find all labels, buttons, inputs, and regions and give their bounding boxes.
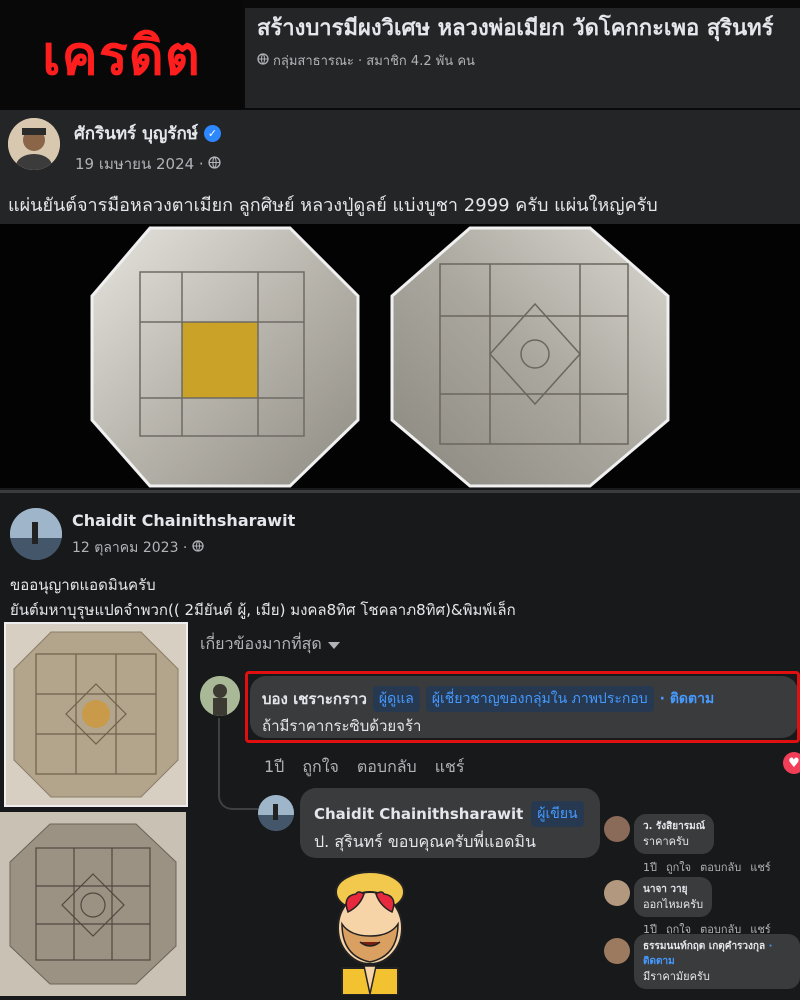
comment-time[interactable]: 1ปี xyxy=(643,858,657,876)
post-text-line: ยันต์มหาบุรุษแปดจำพวก(( 2มียันต์ ผู้, เม… xyxy=(10,601,516,619)
post-photo[interactable] xyxy=(4,622,188,807)
sticker-image xyxy=(320,870,420,996)
comment-author-name[interactable]: นาจา วายุ xyxy=(643,882,703,897)
comment-sort-dropdown[interactable]: เกี่ยวข้องมากที่สุด xyxy=(200,632,340,657)
comment-header: ธรรมนนท์กฤต เกตุคำรวงกุล · ติดตาม xyxy=(643,939,791,969)
share-button[interactable]: แชร์ xyxy=(435,755,465,780)
globe-icon xyxy=(208,155,222,173)
comment-text: ออกไหมครับ xyxy=(643,898,704,911)
chevron-down-icon xyxy=(327,635,340,654)
comment-text: ราคาครับ xyxy=(643,835,689,848)
reply-author-name[interactable]: Chaidit Chainithsharawit xyxy=(314,805,523,823)
share-button[interactable]: แชร์ xyxy=(750,858,770,876)
group-header: สร้างบารมีผงวิเศษ หลวงพ่อเมียก วัดโคกกะเ… xyxy=(245,8,800,108)
follow-link[interactable]: · ติดตาม xyxy=(660,688,715,710)
post-date-text[interactable]: 19 เมษายน 2024 · xyxy=(75,155,204,173)
verified-badge-icon: ✓ xyxy=(204,125,221,142)
like-button[interactable]: ถูกใจ xyxy=(302,755,339,780)
post-date-text[interactable]: 12 ตุลาคม 2023 · xyxy=(72,540,187,556)
post-text: แผ่นยันต์จารมือหลวงตาเมียก ลูกศิษย์ หลวง… xyxy=(8,195,658,216)
heart-reaction-icon[interactable]: ♥ xyxy=(783,752,800,774)
post-photo[interactable] xyxy=(0,224,800,488)
post-photo[interactable] xyxy=(0,812,186,996)
comment-header: บอง เชราะกราว ผู้ดูแล ผู้เชี่ยวชาญของกลุ… xyxy=(262,686,714,712)
post-date[interactable]: 19 เมษายน 2024 · xyxy=(75,152,222,176)
admin-badge[interactable]: ผู้ดูแล xyxy=(372,686,420,712)
comment-bubble: ธรรมนนท์กฤต เกตุคำรวงกุล · ติดตาม มีราคา… xyxy=(634,934,800,989)
avatar[interactable] xyxy=(604,938,630,964)
avatar[interactable] xyxy=(10,508,62,560)
avatar[interactable] xyxy=(200,676,240,716)
reply-button[interactable]: ตอบกลับ xyxy=(357,755,417,780)
globe-icon xyxy=(192,540,204,556)
credit-label: เครดิต xyxy=(42,24,201,87)
globe-icon xyxy=(257,52,269,69)
post-author[interactable]: ศักรินทร์ บุญรักษ์ ✓ xyxy=(74,120,221,147)
expert-badge[interactable]: ผู้เชี่ยวชาญของกลุ่มใน ภาพประกอบ xyxy=(425,686,654,712)
reply-header: Chaidit Chainithsharawit ผู้เขียน xyxy=(314,801,584,827)
comment-bubble: ว. รังสิยารมณ์ ราคาครับ xyxy=(634,814,714,854)
reply-text: ป. สุรินทร์ ขอบคุณครับพี่แอดมิน xyxy=(314,832,536,851)
author-badge[interactable]: ผู้เขียน xyxy=(531,801,584,827)
comment-actions: 1ปี ถูกใจ ตอบกลับ แชร์ xyxy=(643,858,771,876)
avatar[interactable] xyxy=(8,118,60,170)
post-text-line: ขออนุญาตแอดมินครับ xyxy=(10,576,156,594)
comment-bubble: นาจา วายุ ออกไหมครับ xyxy=(634,877,713,917)
comment-sort-label[interactable]: เกี่ยวข้องมากที่สุด xyxy=(200,632,322,657)
post-author-name[interactable]: ศักรินทร์ บุญรักษ์ xyxy=(74,120,198,147)
credit-label-box: เครดิต xyxy=(0,0,243,110)
avatar[interactable] xyxy=(604,816,630,842)
comment-author-name[interactable]: ธรรมนนท์กฤต เกตุคำรวงกุล xyxy=(643,941,765,952)
group-meta: กลุ่มสาธารณะ · สมาชิก 4.2 พัน คน xyxy=(257,50,788,71)
comment-text: ถ้ามีราคากระซิบด้วยจร้า xyxy=(262,717,422,735)
comment-author-name[interactable]: ว. รังสิยารมณ์ xyxy=(643,819,705,834)
like-button[interactable]: ถูกใจ xyxy=(666,858,691,876)
comment-actions: 1ปี ถูกใจ ตอบกลับ แชร์ xyxy=(264,755,464,780)
group-meta-text: กลุ่มสาธารณะ · สมาชิก 4.2 พัน คน xyxy=(273,54,475,69)
post-date[interactable]: 12 ตุลาคม 2023 · xyxy=(72,537,204,559)
reply-button[interactable]: ตอบกลับ xyxy=(700,858,741,876)
avatar[interactable] xyxy=(604,880,630,906)
comment-time[interactable]: 1ปี xyxy=(264,755,284,780)
comment-author-name[interactable]: บอง เชราะกราว xyxy=(262,687,367,711)
group-title[interactable]: สร้างบารมีผงวิเศษ หลวงพ่อเมียก วัดโคกกะเ… xyxy=(257,14,788,44)
avatar[interactable] xyxy=(258,795,294,831)
post-author-name[interactable]: Chaidit Chainithsharawit xyxy=(72,511,295,530)
comment-text: มีราคามัยครับ xyxy=(643,970,710,983)
